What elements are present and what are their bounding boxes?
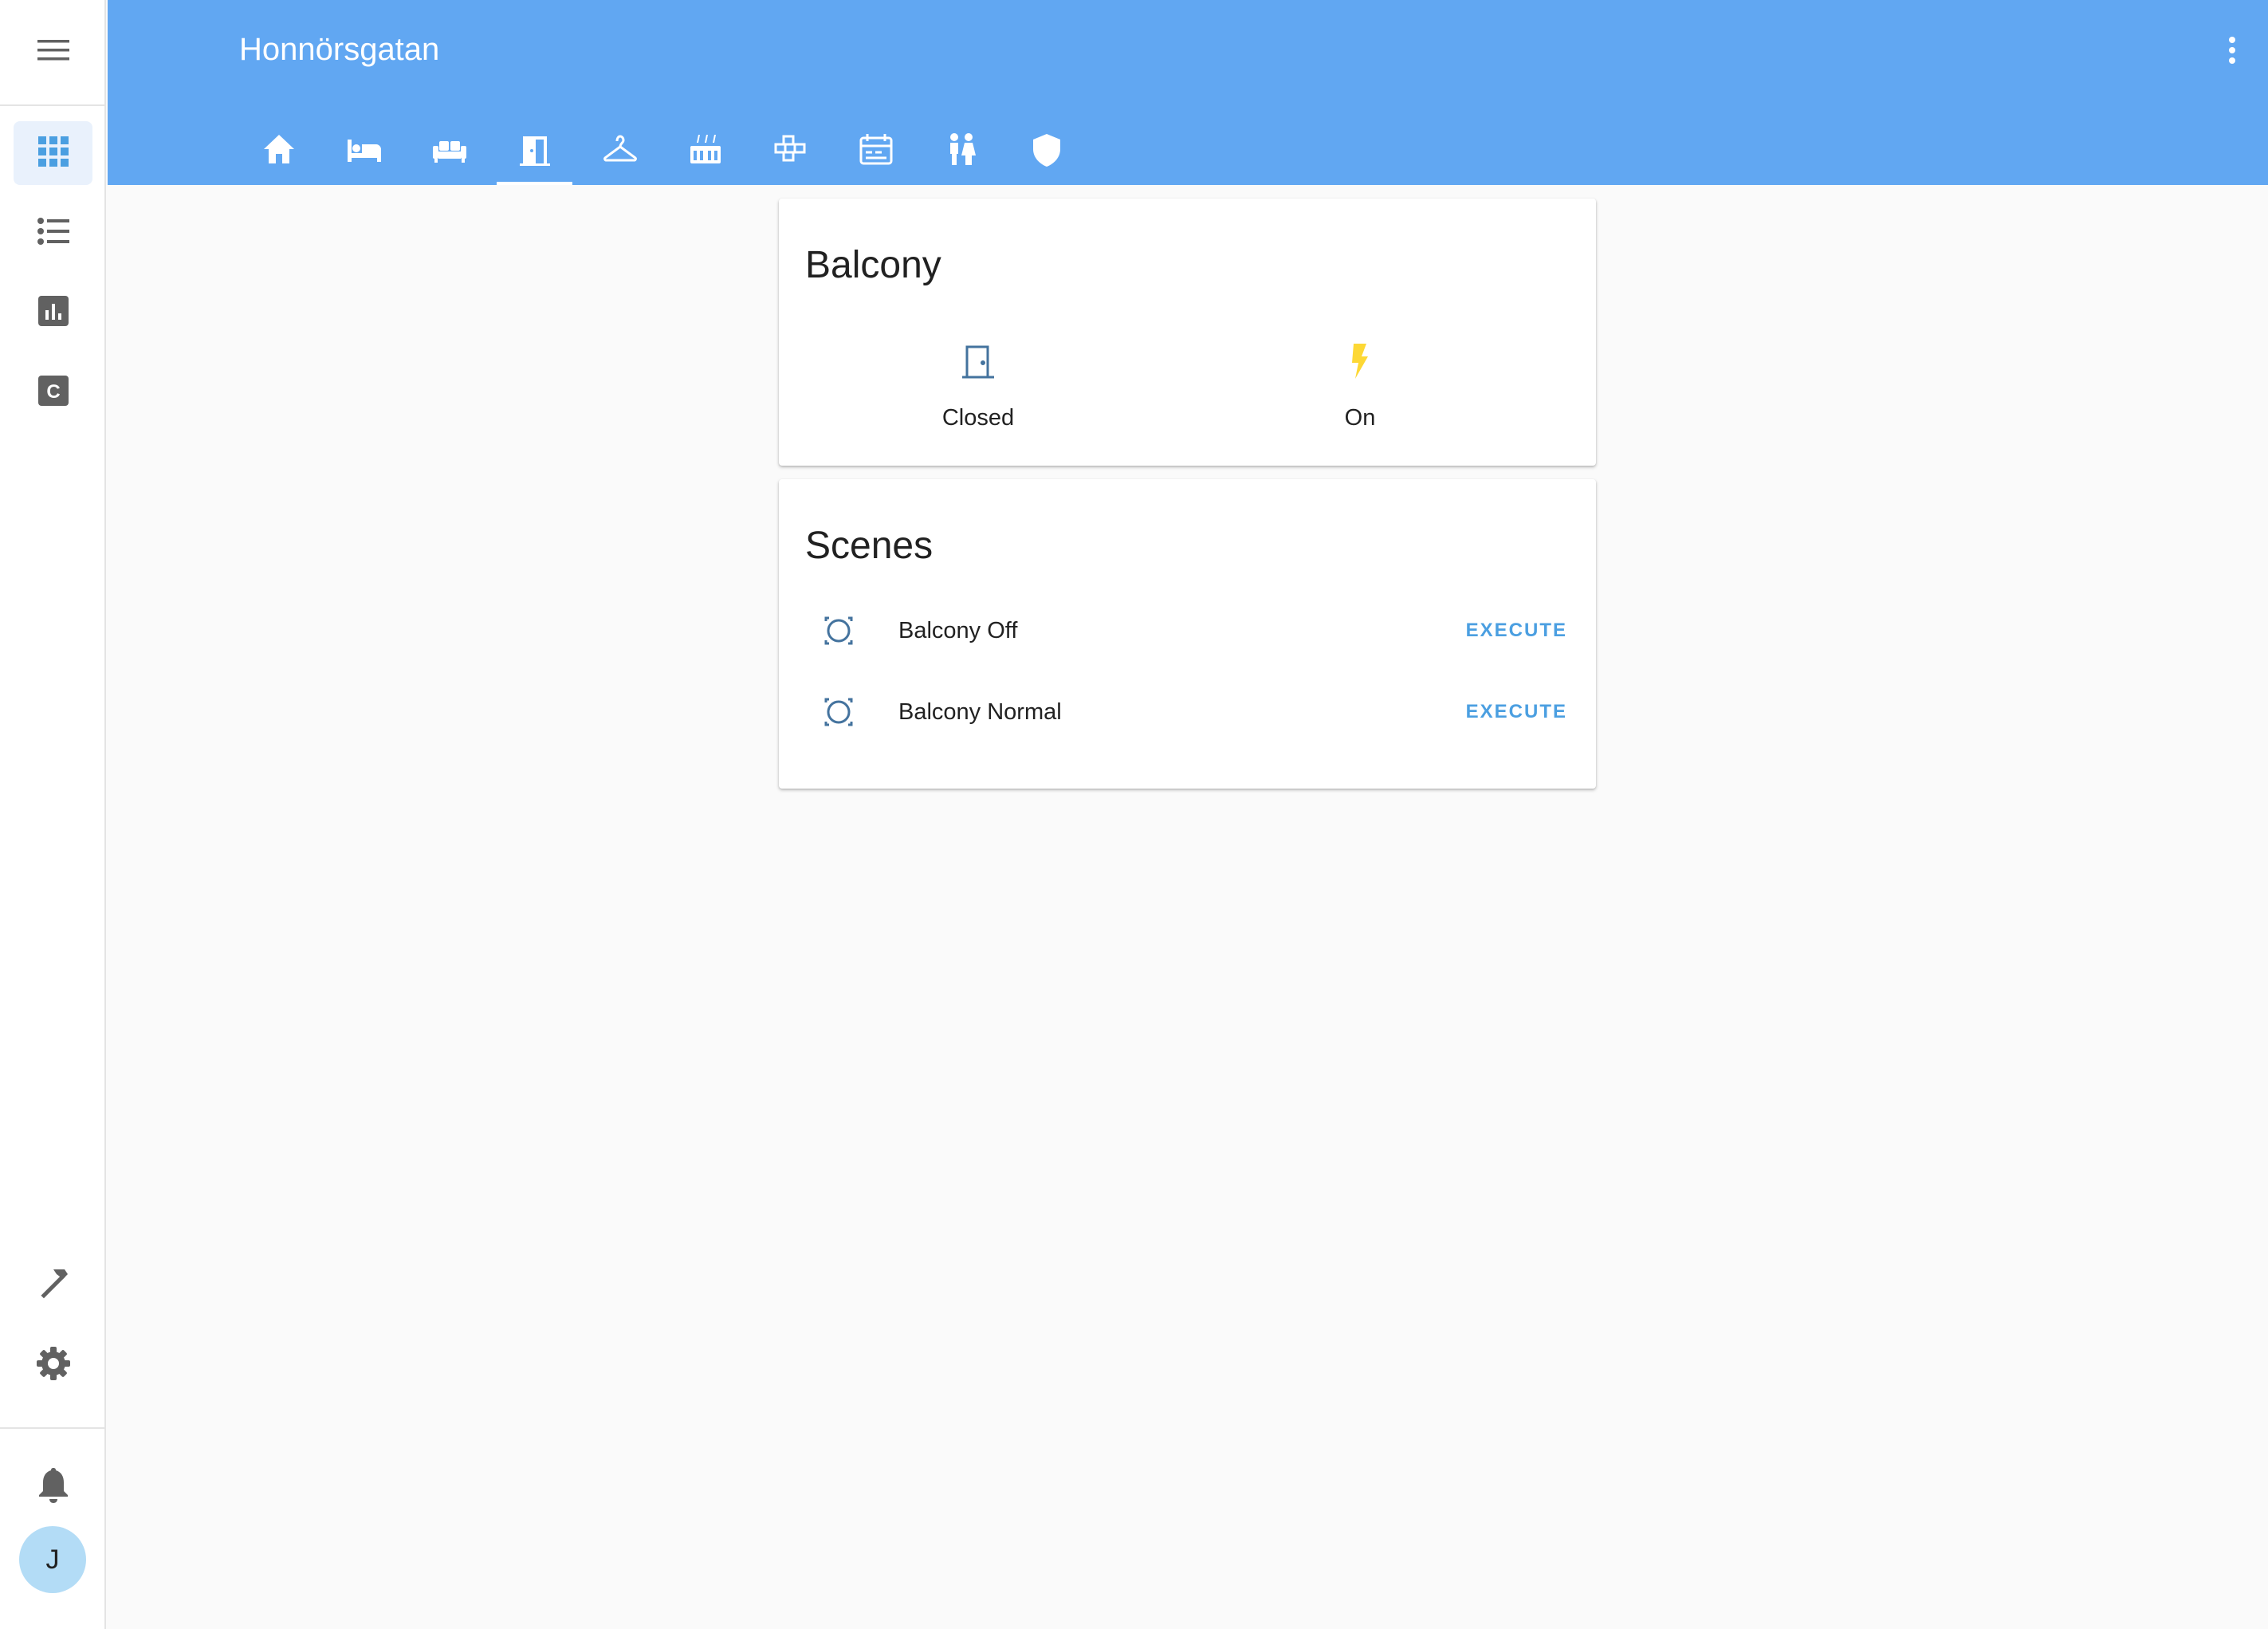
page-title: Honnörsgatan bbox=[239, 32, 440, 67]
stove-icon bbox=[687, 132, 724, 172]
svg-text:C: C bbox=[46, 381, 60, 403]
tab-living-room[interactable] bbox=[407, 118, 492, 185]
scenes-card: Scenes Balcony Off EXECUTE Balcony Norma… bbox=[779, 479, 1596, 789]
scene-name: Balcony Off bbox=[898, 618, 1018, 643]
blocks-icon bbox=[772, 132, 809, 172]
view-tabs bbox=[236, 118, 1089, 185]
balcony-power-entity[interactable]: On bbox=[1193, 342, 1527, 431]
balcony-door-state: Closed bbox=[941, 405, 1015, 431]
sidebar-item-developer-tools[interactable] bbox=[14, 1253, 92, 1317]
scenes-card-title: Scenes bbox=[805, 525, 934, 567]
balcony-power-state: On bbox=[1344, 405, 1376, 431]
tab-calendar[interactable] bbox=[833, 118, 918, 185]
scene-name: Balcony Normal bbox=[898, 699, 1062, 725]
sidebar-item-configurator[interactable]: C bbox=[14, 360, 92, 424]
tab-kitchen[interactable] bbox=[662, 118, 748, 185]
balcony-card: Balcony Closed On bbox=[779, 199, 1596, 466]
settings-gear-icon bbox=[36, 1346, 71, 1385]
logbook-list-icon bbox=[37, 217, 69, 249]
hanger-icon bbox=[602, 132, 639, 172]
sidebar-item-logbook[interactable] bbox=[14, 201, 92, 265]
more-vertical-icon bbox=[2228, 36, 2236, 69]
menu-icon bbox=[37, 38, 69, 66]
door-closed-icon bbox=[959, 342, 997, 384]
balcony-door-entity[interactable]: Closed bbox=[811, 342, 1146, 431]
calendar-panel-icon bbox=[858, 132, 894, 172]
people-icon bbox=[943, 132, 980, 172]
sofa-icon bbox=[431, 132, 468, 172]
history-chart-icon bbox=[37, 295, 69, 330]
tab-entrance[interactable] bbox=[492, 118, 577, 185]
sidebar-item-history[interactable] bbox=[14, 281, 92, 344]
balcony-card-title: Balcony bbox=[805, 244, 941, 286]
flash-icon bbox=[1341, 342, 1379, 384]
tab-home[interactable] bbox=[236, 118, 321, 185]
sidebar-item-overview[interactable] bbox=[14, 121, 92, 185]
sidebar-item-settings[interactable] bbox=[14, 1333, 92, 1397]
tab-wardrobe[interactable] bbox=[577, 118, 662, 185]
scene-icon bbox=[823, 615, 855, 651]
configurator-c-icon: C bbox=[37, 375, 69, 410]
tab-blocks[interactable] bbox=[748, 118, 833, 185]
bed-icon bbox=[346, 132, 383, 172]
tab-people[interactable] bbox=[918, 118, 1004, 185]
tab-bedroom[interactable] bbox=[321, 118, 407, 185]
tab-security[interactable] bbox=[1004, 118, 1089, 185]
scene-row: Balcony Off EXECUTE bbox=[779, 597, 1596, 669]
sidebar-item-notifications[interactable] bbox=[14, 1454, 92, 1518]
bell-icon bbox=[37, 1466, 69, 1507]
dashboard-grid-icon bbox=[37, 136, 69, 171]
home-icon bbox=[261, 132, 297, 172]
execute-button[interactable]: EXECUTE bbox=[1466, 701, 1567, 723]
menu-button[interactable] bbox=[0, 0, 106, 106]
more-options-button[interactable] bbox=[2212, 24, 2252, 80]
scene-icon bbox=[823, 696, 855, 732]
avatar[interactable]: J bbox=[19, 1526, 86, 1593]
execute-button[interactable]: EXECUTE bbox=[1466, 620, 1567, 642]
scene-row: Balcony Normal EXECUTE bbox=[779, 679, 1596, 750]
shield-icon bbox=[1028, 132, 1065, 172]
app-header: Honnörsgatan bbox=[108, 0, 2268, 185]
door-open-icon bbox=[517, 132, 553, 172]
sidebar-divider bbox=[0, 1427, 106, 1429]
developer-tools-hammer-icon bbox=[36, 1266, 71, 1305]
sidebar: C J bbox=[0, 0, 106, 1629]
